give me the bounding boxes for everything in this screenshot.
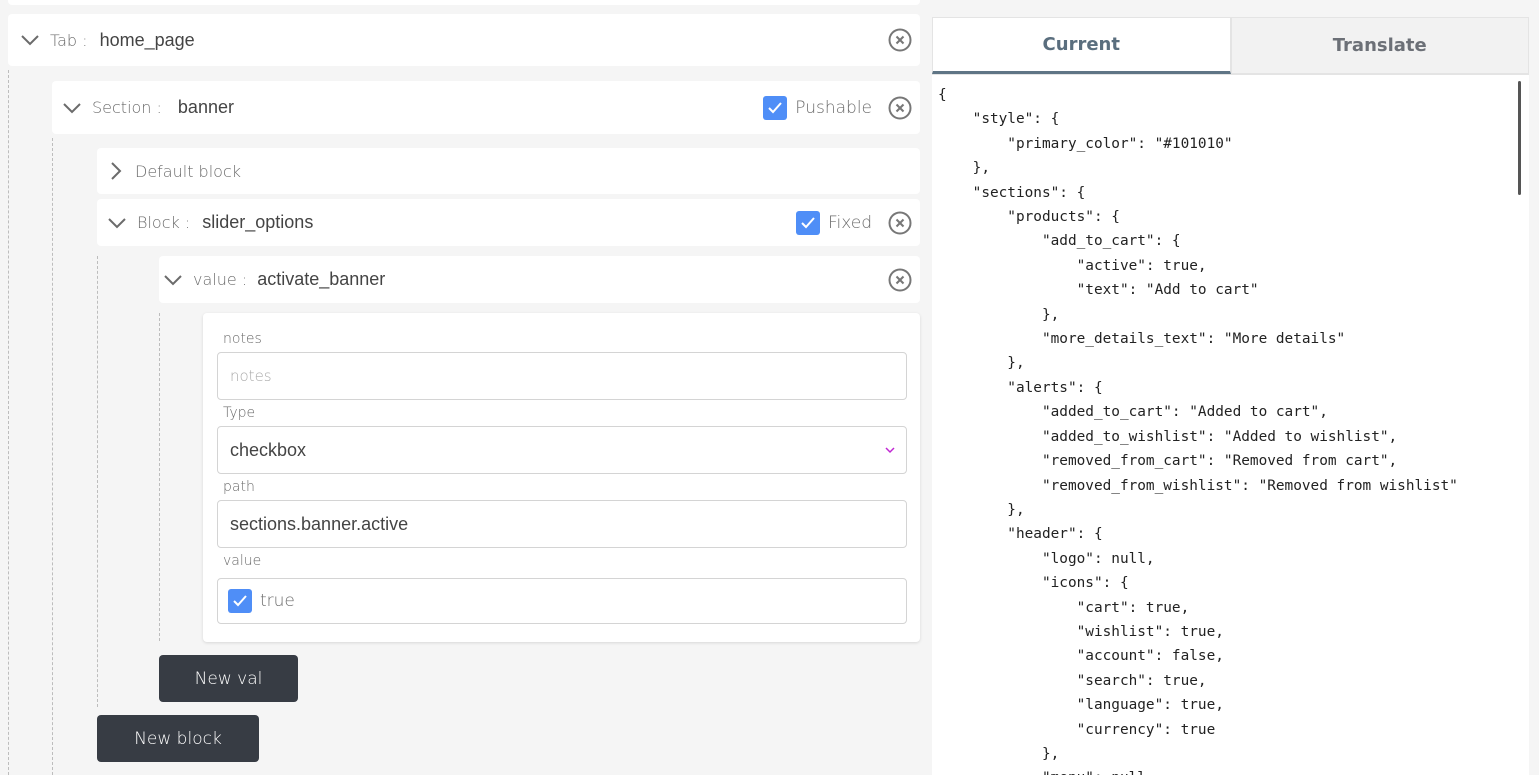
json-line: "cart": true, xyxy=(938,599,1190,616)
json-line: "removed_from_cart": "Removed from cart"… xyxy=(938,453,1398,470)
json-line: "account": false, xyxy=(938,648,1224,665)
panel-tabs: Current Translate xyxy=(932,17,1529,75)
fixed-toggle[interactable]: Fixed xyxy=(795,210,872,235)
json-line: }, xyxy=(938,355,1025,372)
value-row-label: value : xyxy=(193,270,248,289)
json-line: "search": true, xyxy=(938,672,1207,689)
tab-tree-line xyxy=(8,70,9,775)
json-line: "menu": null, xyxy=(938,766,1518,775)
block-tree-line xyxy=(97,256,98,707)
value-field[interactable]: true xyxy=(217,578,907,624)
tab-translate[interactable]: Translate xyxy=(1230,17,1529,74)
json-line: "add_to_cart": { xyxy=(938,233,1181,250)
path-label: path xyxy=(223,479,255,495)
pushable-checkbox[interactable] xyxy=(763,95,788,120)
chevron-down-icon[interactable] xyxy=(884,444,896,456)
structure-editor: Tab : home_page Section : banner Pushabl… xyxy=(0,0,925,775)
block-row[interactable]: Block : slider_options Fixed xyxy=(97,199,920,246)
json-line: "header": { xyxy=(938,526,1103,543)
value-row[interactable]: value : activate_banner xyxy=(159,256,920,303)
json-line: "logo": null, xyxy=(938,550,1155,567)
pushable-label: Pushable xyxy=(795,97,872,118)
default-block-row[interactable]: Default block xyxy=(97,148,920,194)
chevron-right-icon[interactable] xyxy=(109,161,123,181)
json-line: "primary_color": "#101010" xyxy=(938,135,1233,152)
json-line: "currency": true xyxy=(938,721,1216,738)
json-line: "language": true, xyxy=(938,697,1224,714)
json-line: }, xyxy=(938,745,1060,762)
previous-item-edge xyxy=(8,0,920,5)
section-value: banner xyxy=(177,97,234,117)
json-line: }, xyxy=(938,306,1060,323)
close-icon[interactable] xyxy=(888,28,912,52)
block-value: slider_options xyxy=(202,212,314,232)
value-tree-line xyxy=(159,313,160,641)
json-line: "active": true, xyxy=(938,257,1207,274)
close-icon[interactable] xyxy=(888,96,912,120)
json-line: }, xyxy=(938,501,1025,518)
close-icon[interactable] xyxy=(888,211,912,235)
json-line: "icons": { xyxy=(938,575,1129,592)
pushable-toggle[interactable]: Pushable xyxy=(763,95,872,120)
new-val-button[interactable]: New val xyxy=(159,655,298,702)
fixed-label: Fixed xyxy=(827,212,872,233)
type-label: Type xyxy=(223,405,256,421)
value-form: notes notes Type checkbox path sections.… xyxy=(203,313,920,642)
default-block-label: Default block xyxy=(135,161,241,181)
json-line: "removed_from_wishlist": "Removed from w… xyxy=(938,477,1458,494)
path-input[interactable]: sections.banner.active xyxy=(217,500,907,548)
scrollbar[interactable] xyxy=(1518,81,1521,195)
chevron-down-icon[interactable] xyxy=(107,213,127,233)
json-line: "alerts": { xyxy=(938,379,1103,396)
tab-label: Tab : xyxy=(50,30,88,50)
tab-row[interactable]: Tab : home_page xyxy=(8,14,920,66)
section-tree-line xyxy=(52,138,53,775)
new-block-button[interactable]: New block xyxy=(97,715,259,762)
json-line: "sections": { xyxy=(938,184,1086,201)
section-label: Section : xyxy=(92,98,162,117)
json-line: "style": { xyxy=(938,111,1060,128)
value-text: true xyxy=(260,591,295,611)
notes-input[interactable]: notes xyxy=(217,352,907,400)
json-line: "text": "Add to cart" xyxy=(938,282,1259,299)
json-line: { xyxy=(938,87,947,103)
tab-current[interactable]: Current xyxy=(932,17,1231,74)
json-line: }, xyxy=(938,160,990,177)
value-checkbox[interactable] xyxy=(228,589,252,613)
type-select-value: checkbox xyxy=(230,439,307,460)
chevron-down-icon[interactable] xyxy=(163,270,183,290)
value-label: value xyxy=(223,553,262,569)
chevron-down-icon[interactable] xyxy=(20,30,40,50)
block-label: Block : xyxy=(137,213,191,232)
tab-value: home_page xyxy=(99,29,195,50)
close-icon[interactable] xyxy=(888,268,912,292)
json-code-view[interactable]: { "style": { "primary_color": "#101010" … xyxy=(938,83,1518,775)
fixed-checkbox[interactable] xyxy=(795,210,820,235)
type-select[interactable]: checkbox xyxy=(217,426,907,474)
json-line: "products": { xyxy=(938,209,1120,226)
section-row[interactable]: Section : banner Pushable xyxy=(52,81,920,134)
page: Tab : home_page Section : banner Pushabl… xyxy=(0,0,1539,775)
json-line: "more_details_text": "More details" xyxy=(938,331,1346,348)
json-line: "added_to_wishlist": "Added to wishlist"… xyxy=(938,428,1398,445)
value-row-value: activate_banner xyxy=(257,269,386,289)
json-panel: Current Translate { "style": { "primary_… xyxy=(932,17,1529,775)
json-line: "wishlist": true, xyxy=(938,623,1224,640)
chevron-down-icon[interactable] xyxy=(62,98,82,118)
json-line: "added_to_cart": "Added to cart", xyxy=(938,404,1328,421)
notes-label: notes xyxy=(223,331,262,347)
